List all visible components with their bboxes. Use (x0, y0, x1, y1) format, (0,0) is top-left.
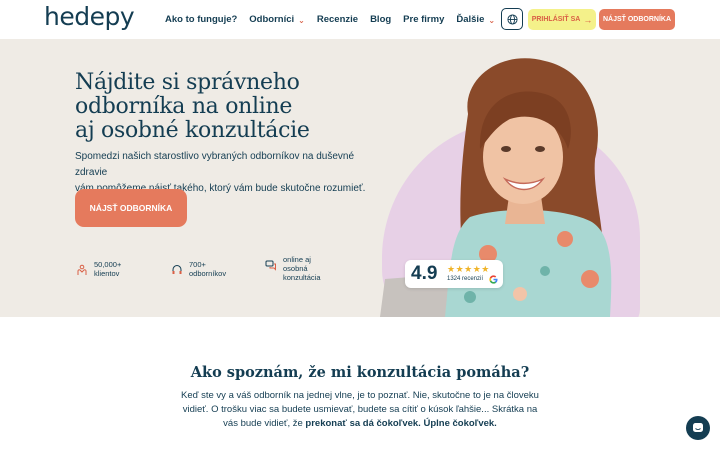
stat-label: osobná (283, 264, 308, 273)
nav-item-how-it-works[interactable]: Ako to funguje? (165, 14, 237, 25)
find-expert-label: NÁJSŤ ODBORNÍKA (89, 203, 173, 213)
stat-value: 50,000+ (94, 260, 122, 269)
nav-item-label: Ako to funguje? (165, 14, 238, 25)
chevron-down-icon: ⌄ (488, 16, 496, 25)
globe-icon (506, 13, 518, 25)
arrow-right-icon: → (583, 14, 593, 25)
nav-item-for-companies[interactable]: Pre firmy (403, 14, 444, 25)
chat-widget-button[interactable] (686, 416, 710, 440)
section-body-emphasis: prekonať sa dá čokoľvek. Úplne čokoľvek. (305, 418, 497, 429)
stat-label: online aj (283, 255, 311, 264)
nav-item-label: Ďalšie (456, 14, 485, 25)
stat-label: konzultácia (283, 273, 321, 282)
main-menu: Ako to funguje? Odborníci ⌄ Recenzie Blog… (165, 0, 507, 39)
nav-item-label: Recenzie (316, 14, 359, 25)
stat-label: odborníkov (189, 269, 227, 278)
stat-consultation-type: online aj osobná konzultácia (265, 255, 321, 282)
stat-label: klientov (94, 269, 120, 278)
language-button[interactable] (501, 8, 523, 30)
hero-title: Nájdite si správneho odborníka na online… (75, 71, 375, 143)
find-expert-nav-button[interactable]: NÁJSŤ ODBORNÍKA (599, 9, 675, 30)
rating-value: 4.9 (411, 263, 438, 284)
logo[interactable]: hedepy (44, 2, 135, 31)
review-count: 1324 recenzií (447, 276, 484, 282)
stat-clients: 50,000+ klientov (76, 260, 121, 278)
headset-icon (172, 264, 182, 274)
login-button[interactable]: PRIHLÁSIŤ SA → (528, 9, 596, 30)
chevron-down-icon: ⌄ (298, 16, 305, 25)
chat-bubbles-icon (265, 260, 276, 271)
top-navigation: hedepy Ako to funguje? Odborníci ⌄ Recenz… (0, 0, 720, 39)
star-rating-icon: ★★★★★ (447, 264, 490, 274)
google-icon (489, 275, 498, 284)
nav-item-more[interactable]: Ďalšie ⌄ (456, 14, 495, 25)
find-expert-label: NÁJSŤ ODBORNÍKA (602, 16, 672, 23)
find-expert-hero-button[interactable]: NÁJSŤ ODBORNÍKA (75, 189, 187, 227)
rating-badge[interactable]: 4.9 ★★★★★ 1324 recenzií (405, 260, 503, 288)
stat-value: 700+ (189, 260, 206, 269)
stat-experts: 700+ odborníkov (171, 260, 226, 278)
hero-title-line: aj osobné konzultácie (75, 118, 310, 143)
people-hand-icon (77, 264, 87, 275)
login-label: PRIHLÁSIŤ SA (531, 16, 581, 23)
section-title: Ako spoznám, že mi konzultácia pomáha? (190, 364, 530, 381)
hero-title-line: odborníka na online (75, 94, 293, 119)
hero-section: Nájdite si správneho odborníka na online… (0, 39, 720, 317)
nav-item-blog[interactable]: Blog (370, 14, 391, 25)
hero-title-line: Nájdite si správneho (75, 70, 300, 95)
hero-subtitle-line: Spomedzi našich starostlivo vybraných od… (75, 151, 355, 178)
chat-icon (693, 423, 703, 432)
nav-item-label: Pre firmy (403, 14, 445, 25)
nav-item-experts[interactable]: Odborníci ⌄ (249, 14, 305, 25)
nav-item-reviews[interactable]: Recenzie (317, 14, 358, 25)
nav-item-label: Odborníci (249, 14, 295, 25)
section-body: Keď ste vy a váš odborník na jednej vlne… (175, 389, 545, 431)
nav-item-label: Blog (370, 14, 392, 25)
